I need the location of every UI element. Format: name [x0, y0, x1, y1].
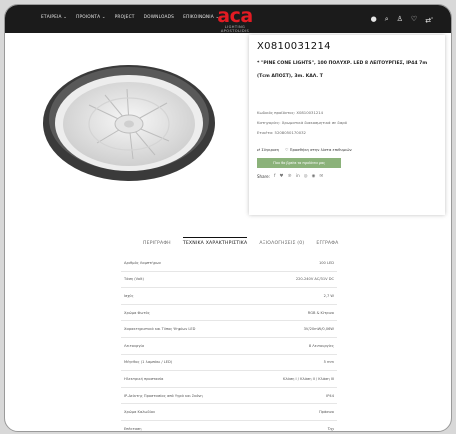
- table-row: Χρώμα Καλωδίου Πράσινο: [121, 404, 337, 421]
- tab-documents[interactable]: ΕΓΓΡΑΦΑ: [316, 241, 338, 249]
- spec-value: 220-240V AC/31V DC: [295, 277, 334, 282]
- spec-label: Τάση (Volt): [124, 277, 144, 282]
- pinterest-icon[interactable]: ℗: [287, 174, 291, 179]
- table-row: Αριθμός Λαμπτήρων 100 LED: [121, 255, 337, 272]
- compare-link[interactable]: ⇄ Σύγκριση: [257, 147, 279, 152]
- table-row: Ισχύς 2,7 W: [121, 288, 337, 305]
- browser-window: ΕΤΑΙΡΕΙΑ ⌄ ΠΡΟΙΟΝΤΑ ⌄ PROJECT DOWNLOADS …: [4, 4, 452, 432]
- spec-label: Χαρακτηριστικά και Τύπος Ψηφίων LED: [124, 327, 196, 332]
- table-row: Λειτουργία 8 Λειτουργίες: [121, 338, 337, 355]
- linkedin-icon[interactable]: in: [296, 174, 300, 179]
- whatsapp-icon[interactable]: ◎: [304, 174, 308, 179]
- messenger-icon[interactable]: ◉: [312, 174, 316, 179]
- spec-label: Λειτουργία: [124, 343, 145, 348]
- spec-value: Πράσινο: [318, 410, 334, 415]
- share-label: Share:: [257, 174, 270, 179]
- ceiling-fan-light-image: [43, 65, 215, 181]
- spec-value: Όχι: [327, 426, 334, 431]
- compare-count: 0: [431, 16, 433, 20]
- site-header: ΕΤΑΙΡΕΙΑ ⌄ ΠΡΟΙΟΝΤΑ ⌄ PROJECT DOWNLOADS …: [5, 5, 451, 34]
- spec-label: Ηλεκτρική προστασία: [124, 376, 164, 381]
- table-row: Επέκταση Όχι: [121, 421, 337, 431]
- spec-label: Χρώμα Καλωδίου: [124, 410, 156, 415]
- tab-description[interactable]: ΠΕΡΙΓΡΑΦΗ: [143, 241, 171, 249]
- product-sku: Κωδικός προϊόντος: X0810031214: [257, 110, 324, 115]
- spec-label: Χρώμα Φωτός: [124, 310, 150, 315]
- header-icons: ● ⌕ ♙ ♡ ⇄0: [371, 14, 433, 24]
- spec-value: 5 mm: [323, 360, 334, 365]
- site-logo[interactable]: aca LIGHTING APOSTOLIDIS: [211, 5, 259, 34]
- search-icon[interactable]: ⌕: [385, 15, 389, 23]
- tab-reviews[interactable]: ΑΞΙΟΛΟΓΗΣΕΙΣ (0): [259, 241, 304, 249]
- spec-label: Επέκταση: [124, 426, 142, 431]
- spec-table: Αριθμός Λαμπτήρων 100 LED Τάση (Volt) 220-…: [121, 255, 337, 431]
- twitter-icon[interactable]: ♥: [279, 174, 283, 179]
- table-row: Χρώμα Φωτός RGB & Κίτρινο: [121, 305, 337, 322]
- table-row: IP-Δείκτης Προστασίας από Υγρά και Σκόνη…: [121, 388, 337, 405]
- product-tabs: ΠΕΡΙΓΡΑΦΗ ΤΕΧΝΙΚΑ ΧΑΡΑΚΤΗΡΙΣΤΙΚΑ ΑΞΙΟΛΟΓ…: [143, 237, 338, 249]
- spec-label: Ισχύς: [124, 293, 134, 298]
- spec-value: RGB & Κίτρινο: [307, 310, 334, 315]
- nav-item-project[interactable]: PROJECT: [115, 15, 135, 20]
- wishlist-icon[interactable]: ♡: [411, 15, 417, 23]
- compare-icon[interactable]: ⇄0: [425, 14, 433, 24]
- where-to-buy-button[interactable]: Που θα βρείτε τα προϊόντα μας: [257, 158, 341, 168]
- wishlist-link[interactable]: ♡ Προσθήκη στην λίστα επιθυμιών: [285, 147, 352, 152]
- spec-label: IP-Δείκτης Προστασίας από Υγρά και Σκόνη: [124, 393, 203, 398]
- logo-mark: aca: [217, 5, 253, 27]
- language-icon[interactable]: ●: [371, 15, 377, 23]
- spec-label: Αριθμός Λαμπτήρων: [124, 260, 161, 265]
- spec-value: 100 LED: [318, 260, 334, 265]
- spec-value: Κλάση I / Κλάση II / Κλάση III: [282, 376, 334, 381]
- nav-item-downloads[interactable]: DOWNLOADS: [144, 15, 174, 20]
- nav-item-products[interactable]: ΠΡΟΙΟΝΤΑ ⌄: [76, 15, 106, 20]
- spec-value: 2,7 W: [323, 293, 334, 298]
- table-row: Τάση (Volt) 220-240V AC/31V DC: [121, 272, 337, 289]
- product-title: * "PINE CONE LIGHTS", 100 ΠΟΛΥΧΡ. LED 8 …: [257, 61, 428, 79]
- table-row: Μέγεθος (1 λαμπάκι / LED) 5 mm: [121, 355, 337, 372]
- tab-technical-specs[interactable]: ΤΕΧΝΙΚΑ ΧΑΡΑΚΤΗΡΙΣΤΙΚΑ: [182, 237, 248, 249]
- table-row: Χαρακτηριστικά και Τύπος Ψηφίων LED 3V/20…: [121, 321, 337, 338]
- table-row: Ηλεκτρική προστασία Κλάση I / Κλάση II / …: [121, 371, 337, 388]
- spec-value: IP44: [326, 393, 334, 398]
- product-summary: X0810031214 * "PINE CONE LIGHTS", 100 ΠΟ…: [249, 35, 445, 215]
- product-actions: ⇄ Σύγκριση ♡ Προσθήκη στην λίστα επιθυμι…: [257, 147, 352, 152]
- spec-value: 3V/20mW/0,06W: [303, 327, 334, 332]
- account-icon[interactable]: ♙: [397, 15, 403, 23]
- spec-value: 8 Λειτουργίες: [308, 343, 334, 348]
- product-code: X0810031214: [257, 41, 331, 52]
- spec-label: Μέγεθος (1 λαμπάκι / LED): [124, 360, 173, 365]
- email-icon[interactable]: ✉: [319, 174, 323, 179]
- share-bar: Share: f ♥ ℗ in ◎ ◉ ✉: [257, 174, 323, 179]
- product-tags[interactable]: Ετικέτα: 5208050170032: [257, 130, 306, 135]
- product-categories[interactable]: Κατηγορίες: Χρωματικά διακοσμητικά σε δα…: [257, 120, 347, 125]
- facebook-icon[interactable]: f: [274, 174, 276, 179]
- main-nav: ΕΤΑΙΡΕΙΑ ⌄ ΠΡΟΙΟΝΤΑ ⌄ PROJECT DOWNLOADS …: [41, 15, 219, 20]
- product-image[interactable]: [27, 57, 227, 207]
- nav-item-company[interactable]: ΕΤΑΙΡΕΙΑ ⌄: [41, 15, 67, 20]
